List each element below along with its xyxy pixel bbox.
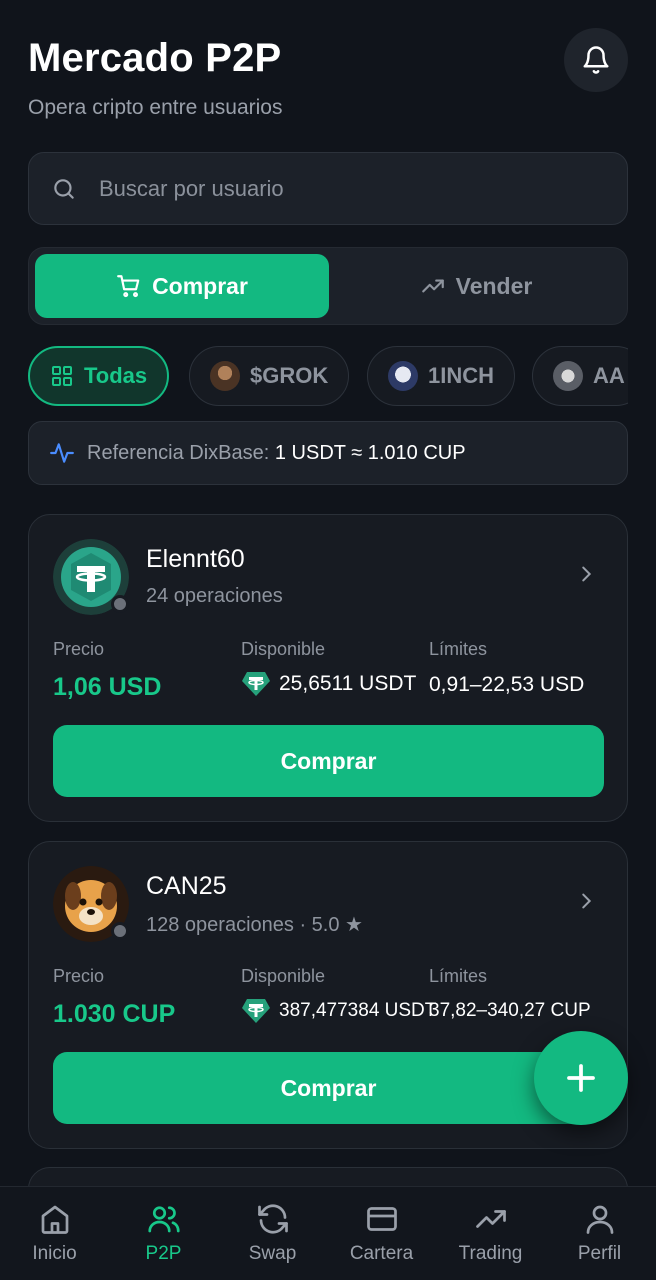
nav-item-perfil[interactable]: Perfil [545,1201,654,1265]
nav-label: Perfil [577,1243,622,1264]
cart-icon [117,275,140,298]
bell-icon [583,46,609,74]
search-placeholder: Buscar por usuario [99,175,284,201]
chip-apple[interactable]: AA [532,346,628,406]
nav-item-p2p[interactable]: P2P [109,1201,218,1265]
refresh-icon [257,1204,288,1234]
nav-label: Swap [248,1243,297,1264]
price-value: 1,06 USD [53,673,162,701]
offline-status-dot [111,595,129,613]
chip-todas[interactable]: Todas [28,346,170,406]
home-icon [41,1205,68,1234]
tab-sell[interactable]: Vender [329,254,623,318]
tab-sell-label: Vender [455,272,533,299]
grid-icon [52,366,72,386]
grok-coin-icon [210,361,240,391]
operations-count: 24 operaciones [146,585,283,607]
nav-label: Cartera [349,1243,414,1264]
available-value: 25,6511 USDT [241,670,416,698]
limits-label: Límites [429,966,488,986]
buy-button[interactable]: Comprar [53,725,604,797]
chip-label: 1INCH [428,363,495,388]
nav-item-trading[interactable]: Trading [436,1201,545,1265]
price-value: 1.030 CUP [53,1000,176,1028]
available-amount: 387,477384 USDT [279,1000,437,1021]
chip-label: Todas [84,363,148,388]
price-label: Precio [53,966,105,986]
username: CAN25 [146,872,227,900]
reference-value: 1 USDT ≈ 1.010 CUP [274,441,466,464]
buy-button[interactable]: Comprar [53,1052,604,1124]
bottom-navigation: Inicio P2P Swap Cartera Trading Perfil [0,1186,656,1280]
1inch-coin-icon [388,361,418,391]
coin-filter-chips: Todas $GROK 1INCH AA [28,346,628,406]
operations-count: 128 operaciones · 5.0 ★ [146,914,363,936]
tab-buy[interactable]: Comprar [35,254,329,318]
page-subtitle: Opera cripto entre usuarios [28,96,283,119]
wallet-icon [366,1207,397,1231]
reference-rate-banner: Referencia DixBase: 1 USDT ≈ 1.010 CUP [28,421,628,485]
chip-label: $GROK [250,363,329,388]
chevron-right-icon [582,893,592,909]
search-icon [54,178,74,199]
buy-sell-toggle: Comprar Vender [28,247,628,325]
usdt-icon [242,999,270,1023]
limits-label: Límites [429,639,488,659]
offer-card[interactable]: CAN25 128 operaciones · 5.0 ★ Precio Dis… [28,841,628,1149]
users-icon [147,1206,180,1233]
available-label: Disponible [241,966,326,986]
trending-up-icon [475,1210,506,1228]
nav-label: Trading [458,1243,523,1264]
activity-icon [50,443,74,463]
available-amount: 25,6511 USDT [279,672,417,695]
price-label: Precio [53,639,105,659]
usdt-icon [242,672,270,696]
user-icon [586,1205,613,1234]
nav-item-swap[interactable]: Swap [218,1201,327,1265]
create-offer-button[interactable] [534,1031,628,1125]
search-input[interactable]: Buscar por usuario [28,152,628,225]
tab-buy-label: Comprar [152,272,248,299]
trending-up-icon [421,279,444,293]
header: Mercado P2P Opera cripto entre usuarios [28,28,628,136]
notifications-button[interactable] [564,28,628,92]
offer-card[interactable]: Elennt60 24 operaciones Precio Disponibl… [28,514,628,822]
nav-item-inicio[interactable]: Inicio [0,1201,109,1265]
available-label: Disponible [241,639,326,659]
chevron-right-icon [582,566,592,582]
available-value: 387,477384 USDT [241,997,436,1025]
apple-coin-icon [553,361,583,391]
nav-item-cartera[interactable]: Cartera [327,1201,436,1265]
limits-value: 37,82–340,27 CUP [429,1000,591,1021]
nav-label: P2P [145,1243,182,1264]
chip-1inch[interactable]: 1INCH [367,346,516,406]
page-title: Mercado P2P [28,36,282,80]
plus-icon [567,1064,595,1092]
offline-status-dot [111,922,129,940]
username: Elennt60 [146,545,245,573]
reference-label: Referencia DixBase: [87,441,270,464]
chip-label: AA [593,363,625,388]
nav-label: Inicio [32,1243,77,1264]
chip-grok[interactable]: $GROK [189,346,350,406]
limits-value: 0,91–22,53 USD [429,673,585,696]
